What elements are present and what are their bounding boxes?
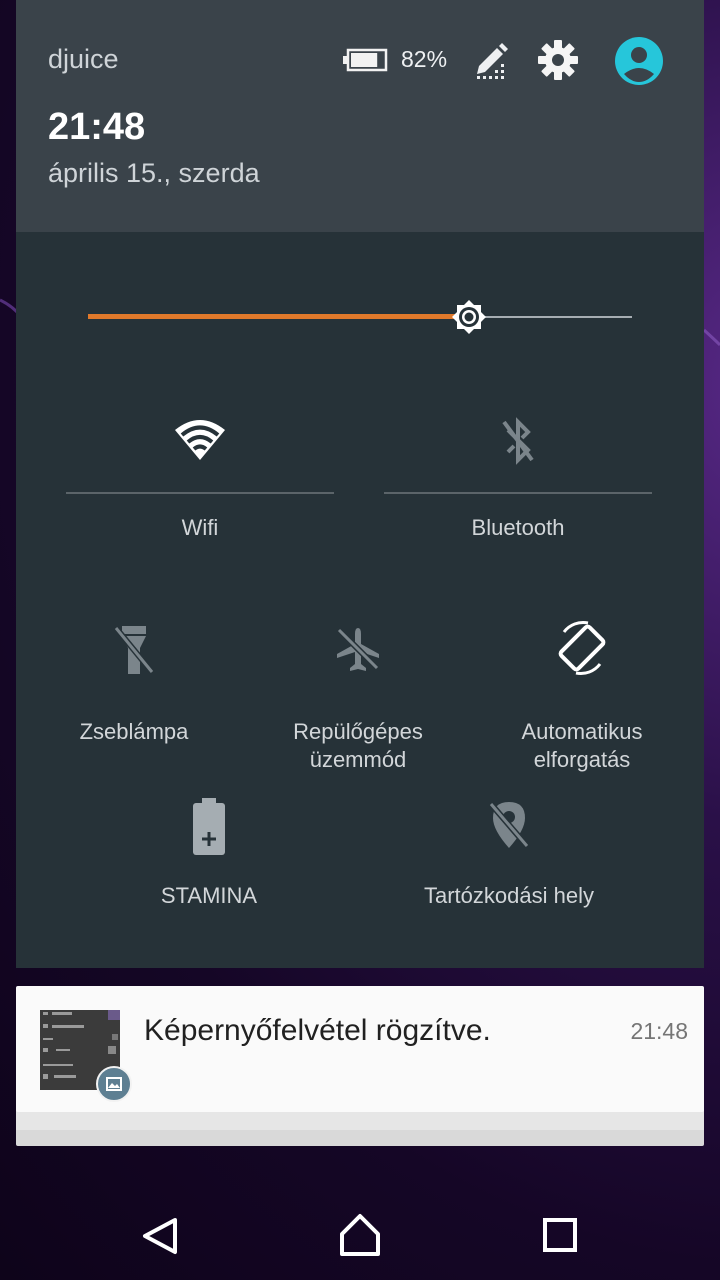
tile-label-auto-rotate: Automatikus elforgatás xyxy=(521,719,643,772)
brightness-track xyxy=(469,316,632,318)
tile-auto-rotate[interactable]: Automatikus elforgatás xyxy=(482,618,682,778)
flashlight-off-icon xyxy=(113,626,155,674)
tile-stamina[interactable]: STAMINA xyxy=(106,798,312,918)
tile-label-location: Tartózkodási hely xyxy=(424,883,594,908)
notification-stack-shadow xyxy=(16,1110,704,1130)
carrier-label: djuice xyxy=(48,44,119,74)
navigation-bar xyxy=(0,1180,720,1280)
brightness-sun-icon[interactable] xyxy=(445,293,493,341)
auto-rotate-icon xyxy=(558,621,606,675)
notification-header: djuice 82% 21:48 április 15., szerda xyxy=(16,0,704,232)
tile-label-wifi: Wifi xyxy=(181,515,219,540)
back-icon[interactable] xyxy=(120,1200,200,1272)
location-off-icon xyxy=(488,802,530,848)
tile-label-airplane-mode: Repülőgépes üzemmód xyxy=(293,719,423,772)
quick-settings-panel: Wifi Bluetooth Zseblámpa Repülőgépes üzem… xyxy=(16,232,704,968)
tile-flashlight[interactable]: Zseblámpa xyxy=(46,618,222,758)
battery-icon xyxy=(343,48,388,72)
notification-time: 21:48 xyxy=(630,1018,688,1044)
tile-wifi[interactable]: Wifi xyxy=(66,412,334,552)
recents-icon[interactable] xyxy=(520,1200,600,1272)
tile-airplane-mode[interactable]: Repülőgépes üzemmód xyxy=(264,618,452,778)
tile-label-stamina: STAMINA xyxy=(160,883,258,908)
brightness-slider[interactable] xyxy=(88,292,632,342)
date-label: április 15., szerda xyxy=(48,158,260,188)
airplane-off-icon xyxy=(336,627,380,671)
notification-title: Képernyőfelvétel rögzítve. xyxy=(144,1014,491,1047)
bluetooth-off-icon xyxy=(502,417,534,465)
battery-percent: 82% xyxy=(401,46,448,72)
wifi-icon xyxy=(175,420,225,460)
tile-bluetooth[interactable]: Bluetooth xyxy=(384,412,652,552)
brightness-fill xyxy=(88,314,469,319)
clock: 21:48 xyxy=(48,106,146,148)
user-avatar-icon[interactable] xyxy=(614,36,664,86)
settings-gear-icon[interactable] xyxy=(536,38,580,82)
divider xyxy=(66,492,334,494)
tile-label-bluetooth: Bluetooth xyxy=(471,515,565,540)
tile-location[interactable]: Tartózkodási hely xyxy=(390,798,628,918)
tile-label-flashlight: Zseblámpa xyxy=(79,719,189,744)
screenshot-notification[interactable]: Képernyőfelvétel rögzítve. 21:48 xyxy=(16,986,704,1112)
image-badge-icon xyxy=(96,1066,132,1102)
home-icon[interactable] xyxy=(320,1200,400,1272)
divider xyxy=(384,492,652,494)
stamina-battery-icon xyxy=(193,798,225,855)
edit-quick-settings-icon[interactable] xyxy=(473,40,509,80)
